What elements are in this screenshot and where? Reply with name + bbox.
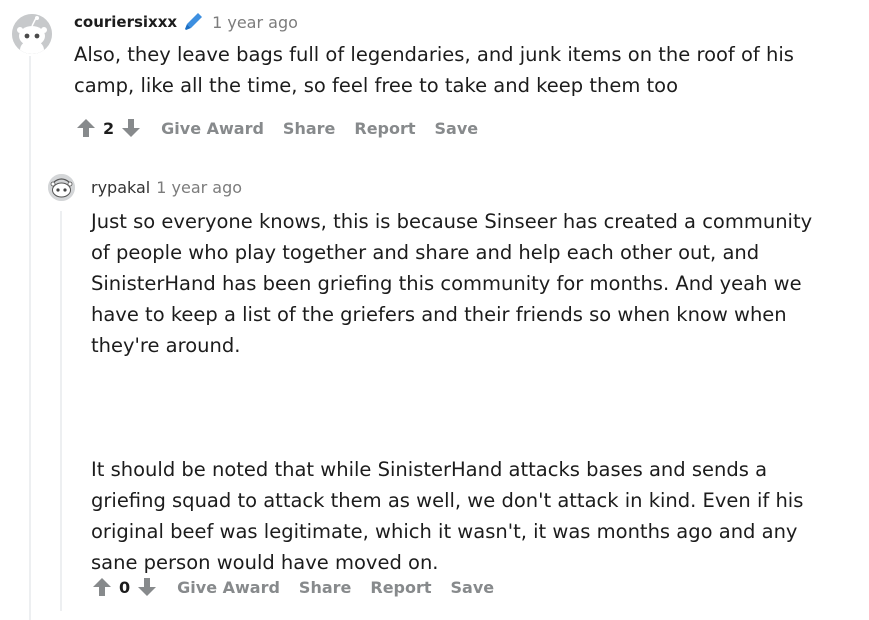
comment-paragraph: It should be noted that while SinisterHa… [91, 458, 804, 574]
save-button[interactable]: Save [435, 119, 479, 138]
comment-paragraph: Just so everyone knows, this is because … [91, 210, 813, 357]
upvote-icon[interactable] [75, 117, 97, 139]
pencil-flair-icon [182, 11, 204, 33]
thread-line-reply[interactable] [60, 211, 62, 611]
comment-meta: couriersixxx 1 year ago [74, 11, 298, 33]
snoo-avatar-icon [48, 174, 75, 201]
avatar[interactable] [48, 174, 75, 201]
downvote-icon[interactable] [136, 576, 158, 598]
snoo-avatar-icon [12, 14, 52, 54]
downvote-icon[interactable] [120, 117, 142, 139]
username[interactable]: rypakal [91, 178, 150, 197]
username[interactable]: couriersixxx [74, 13, 177, 31]
report-button[interactable]: Report [354, 119, 415, 138]
report-button[interactable]: Report [370, 578, 431, 597]
comment-actions: 2 Give Award Share Report Save [75, 117, 478, 139]
vote-score: 2 [103, 118, 115, 138]
vote-score: 0 [119, 577, 131, 597]
comment-meta: rypakal 1 year ago [91, 178, 242, 197]
share-button[interactable]: Share [299, 578, 351, 597]
timestamp[interactable]: 1 year ago [156, 178, 242, 197]
comment-paragraph: Also, they leave bags full of legendarie… [74, 43, 794, 97]
share-button[interactable]: Share [283, 119, 335, 138]
thread-line-root[interactable] [29, 56, 31, 620]
save-button[interactable]: Save [451, 578, 495, 597]
upvote-icon[interactable] [91, 576, 113, 598]
avatar[interactable] [12, 14, 52, 54]
timestamp[interactable]: 1 year ago [212, 13, 298, 32]
comment-actions: 0 Give Award Share Report Save [91, 576, 494, 598]
give-award-button[interactable]: Give Award [161, 119, 264, 138]
give-award-button[interactable]: Give Award [177, 578, 280, 597]
comment-body: Just so everyone knows, this is because … [91, 206, 821, 578]
comment-body: Also, they leave bags full of legendarie… [74, 39, 844, 101]
